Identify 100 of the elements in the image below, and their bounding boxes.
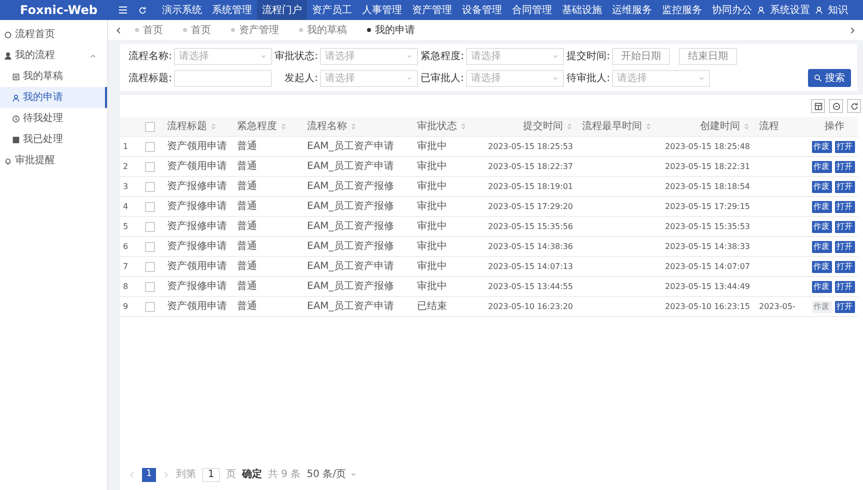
menu-icon[interactable] <box>118 5 128 15</box>
chevron-down-icon <box>552 53 559 60</box>
action-button[interactable]: 作废 <box>812 160 832 172</box>
nav-menu-item[interactable]: 资产管理 <box>407 0 457 20</box>
nav-menu-item[interactable]: 知识 <box>823 0 853 20</box>
action-button[interactable]: 作废 <box>812 180 832 192</box>
table-cell-text: 普通 <box>237 160 257 174</box>
nav-menu-item[interactable]: 基础设施 <box>557 0 607 20</box>
action-button[interactable]: 打开 <box>834 260 854 272</box>
chevron-left-icon[interactable] <box>114 26 123 34</box>
search-button[interactable]: 搜索 <box>808 69 851 87</box>
tab[interactable]: 首页 <box>175 22 219 38</box>
nav-menu-item[interactable]: 系统设置 <box>765 0 815 20</box>
checkbox[interactable] <box>145 122 155 132</box>
checkbox[interactable] <box>145 202 155 212</box>
sort-icon[interactable] <box>210 123 217 130</box>
nav-menu-item[interactable]: 资产员工 <box>307 0 357 20</box>
action-button[interactable]: 打开 <box>834 300 854 312</box>
page-size-select[interactable]: 50 条/页 <box>306 467 358 482</box>
nav-menu-item[interactable]: 运维服务 <box>607 0 657 20</box>
nav-menu-item[interactable]: 协同办公 <box>707 0 757 20</box>
action-button[interactable]: 作废 <box>812 140 832 152</box>
checkbox[interactable] <box>145 142 155 152</box>
date-field[interactable]: 开始日期 <box>612 48 670 65</box>
nav-menu-item[interactable]: 合同管理 <box>507 0 557 20</box>
action-button[interactable]: 作废 <box>812 220 832 232</box>
table-cell-text: 审批中 <box>417 220 447 234</box>
sort-icon[interactable] <box>743 123 750 130</box>
row-number: 8 <box>120 277 142 297</box>
action-button[interactable]: 打开 <box>834 160 854 172</box>
row-number: 4 <box>120 197 142 217</box>
table-cell-text: 普通 <box>237 240 257 254</box>
action-button[interactable]: 作废 <box>812 280 832 292</box>
sort-icon[interactable] <box>350 123 357 130</box>
checkbox[interactable] <box>145 222 155 232</box>
chevron-right-icon[interactable] <box>848 26 857 34</box>
sort-icon[interactable] <box>645 123 652 130</box>
grid-icon[interactable] <box>814 102 822 110</box>
checkbox[interactable] <box>145 162 155 172</box>
table-cell: 2023-05-15 18:18:54 <box>665 180 750 192</box>
page-input[interactable]: 1 <box>202 468 220 482</box>
checkbox[interactable] <box>145 242 155 252</box>
table-cell-text: EAM_员工资产申请 <box>307 140 394 154</box>
action-button[interactable]: 打开 <box>834 280 854 292</box>
sidebar-item[interactable]: 我的流程 <box>0 45 107 66</box>
checkbox[interactable] <box>145 302 155 312</box>
table-cell-text: 普通 <box>237 180 257 194</box>
sidebar-item[interactable]: 待我处理 <box>0 108 107 129</box>
user-icon[interactable] <box>757 6 765 14</box>
sort-icon[interactable] <box>566 123 573 130</box>
sort-icon[interactable] <box>280 123 287 130</box>
sort-icon[interactable] <box>460 123 467 130</box>
sidebar-item[interactable]: 我的草稿 <box>0 66 107 87</box>
tab[interactable]: 首页 <box>127 22 171 38</box>
tab[interactable]: 我的申请 <box>359 22 423 38</box>
action-button[interactable]: 打开 <box>834 200 854 212</box>
checkbox[interactable] <box>145 182 155 192</box>
table-cell: 2023-05-15 18:25:48 <box>665 140 750 152</box>
action-button[interactable]: 打开 <box>834 220 854 232</box>
action-button[interactable]: 打开 <box>834 140 854 152</box>
checkbox[interactable] <box>145 282 155 292</box>
table-cell: 2023-05-15 15:35:56 <box>488 220 573 232</box>
sidebar-item[interactable]: 审批提醒 <box>0 150 107 171</box>
action-button[interactable]: 打开 <box>834 180 854 192</box>
action-button[interactable]: 作废 <box>812 200 832 212</box>
action-button[interactable]: 作废 <box>812 240 832 252</box>
table-cell-text: 已结束 <box>417 300 447 314</box>
field-label: 提交时间: <box>566 50 610 64</box>
user-icon <box>12 94 20 102</box>
chevron-down-icon <box>406 53 413 60</box>
circle-icon <box>4 30 12 38</box>
chevron-down-icon <box>260 53 267 60</box>
refresh-icon[interactable] <box>850 102 858 110</box>
nav-menu-item[interactable]: 设备管理 <box>457 0 507 20</box>
table-cell: 2023-05-15 18:25:53 <box>488 140 573 152</box>
nav-menu-item[interactable]: 系统管理 <box>207 0 257 20</box>
confirm-button[interactable]: 确定 <box>242 467 262 482</box>
table-cell: 2023-05-15 14:38:36 <box>488 240 573 252</box>
table-cell-text: 审批中 <box>417 140 447 154</box>
action-button[interactable]: 作废 <box>812 260 832 272</box>
sidebar-item[interactable]: 流程首页 <box>0 24 107 45</box>
tab[interactable]: 我的草稿 <box>291 22 355 38</box>
table-cell-text: 审批中 <box>417 200 447 214</box>
nav-menu-item[interactable]: 人事管理 <box>357 0 407 20</box>
input-field[interactable] <box>174 70 272 86</box>
user-icon[interactable] <box>815 6 823 14</box>
tab[interactable]: 资产管理 <box>223 22 287 38</box>
sidebar-item[interactable]: 我已处理 <box>0 129 107 150</box>
nav-menu-item[interactable]: 流程门户 <box>257 0 307 20</box>
action-button: 作废 <box>812 300 832 312</box>
page-button[interactable]: 1 <box>142 468 156 482</box>
nav-menu-item[interactable]: 监控服务 <box>657 0 707 20</box>
table-cell-text: 普通 <box>237 140 257 154</box>
table-cell-text: 资产报修申请 <box>167 280 227 294</box>
sidebar-item[interactable]: 我的申请 <box>0 87 107 108</box>
checkbox[interactable] <box>145 262 155 272</box>
date-field[interactable]: 结束日期 <box>679 48 737 65</box>
action-button[interactable]: 打开 <box>834 240 854 252</box>
nav-menu-item[interactable]: 演示系统 <box>157 0 207 20</box>
table-cell: 2023-05-15 13:44:55 <box>488 280 573 292</box>
